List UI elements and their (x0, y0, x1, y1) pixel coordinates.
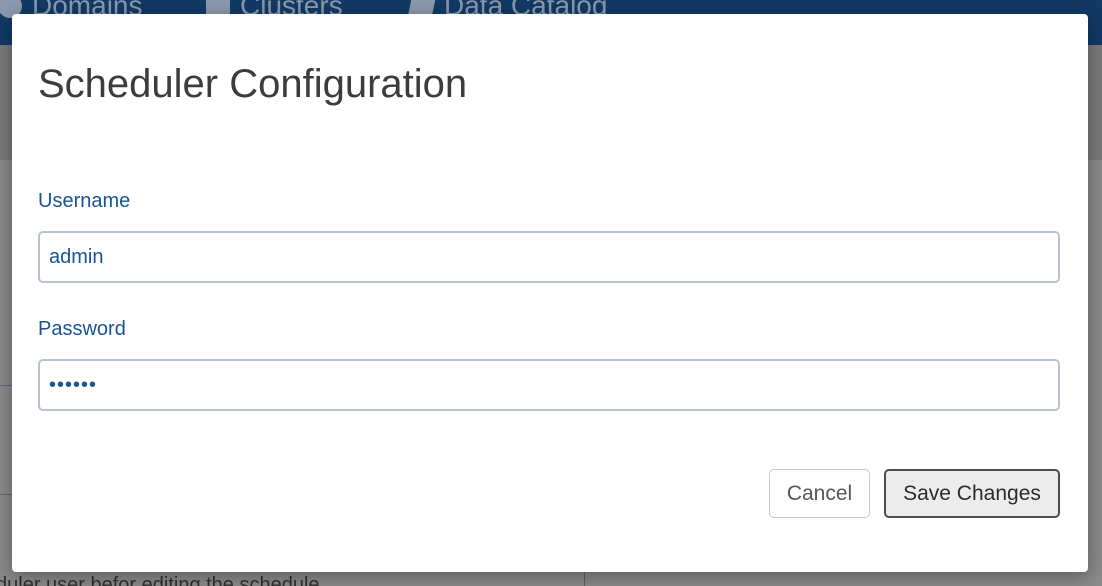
username-label: Username (38, 190, 131, 212)
save-changes-button[interactable]: Save Changes (884, 469, 1060, 518)
password-label: Password (38, 318, 126, 340)
background-divider (0, 385, 12, 386)
dialog-title: Scheduler Configuration (38, 62, 468, 106)
scheduler-configuration-dialog: Scheduler Configuration Username Passwor… (12, 14, 1088, 572)
username-input[interactable] (38, 231, 1060, 283)
cancel-button[interactable]: Cancel (769, 469, 870, 518)
background-help-text: duler user befor editing the schedule (0, 574, 320, 586)
background-divider (0, 494, 12, 495)
password-input[interactable] (38, 359, 1060, 411)
